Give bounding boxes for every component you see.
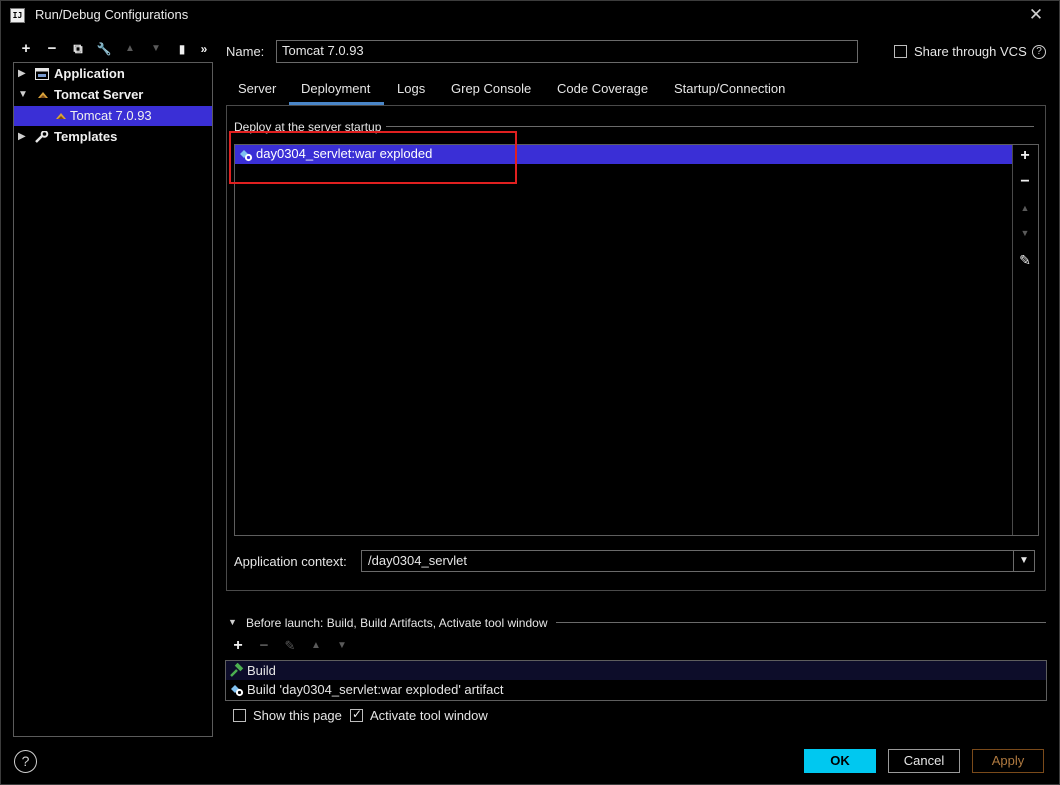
app-context-value: /day0304_servlet [368, 553, 468, 568]
new-folder-icon[interactable]: ▮ [173, 40, 191, 58]
tab-logs[interactable]: Logs [397, 80, 425, 104]
section-divider [556, 622, 1046, 623]
list-item-label: Build 'day0304_servlet:war exploded' art… [247, 682, 504, 697]
build-hammer-icon [230, 663, 244, 677]
name-input[interactable]: Tomcat 7.0.93 [276, 40, 858, 63]
app-context-combobox[interactable]: /day0304_servlet ▼ [361, 550, 1035, 572]
activate-tool-window-label: Activate tool window [370, 708, 488, 723]
name-label: Name: [226, 44, 265, 59]
activate-tool-window-checkbox[interactable] [350, 707, 363, 722]
application-icon [35, 68, 49, 80]
tomcat-icon [38, 92, 48, 98]
move-down-icon[interactable]: ▼ [333, 637, 351, 655]
apply-button[interactable]: Apply [972, 749, 1044, 773]
section-divider [386, 126, 1034, 127]
configurations-tree[interactable]: ▶ Application ▼ Tomcat Server Tomcat 7.0… [13, 62, 213, 737]
tree-item-templates[interactable]: ▶ Templates [14, 127, 212, 147]
collapse-toggle-icon[interactable]: ▼ [228, 617, 237, 627]
tree-item-tomcat-7-0-93[interactable]: Tomcat 7.0.93 [14, 106, 212, 126]
help-icon[interactable]: ? [1032, 45, 1046, 59]
tree-item-label: Application [54, 66, 125, 81]
collapse-arrow-icon[interactable]: ▼ [18, 85, 28, 105]
edit-pencil-icon[interactable]: ✎ [1015, 250, 1035, 270]
move-up-icon[interactable]: ▲ [121, 40, 139, 58]
copy-configuration-icon[interactable]: ⧉ [69, 40, 87, 58]
window-title: Run/Debug Configurations [35, 7, 189, 22]
share-vcs-label: Share through VCS [914, 44, 1027, 59]
tab-server[interactable]: Server [238, 80, 276, 104]
tree-item-label: Templates [54, 129, 118, 144]
add-configuration-icon[interactable]: + [17, 40, 35, 58]
list-toolbar-separator [1012, 145, 1013, 535]
tab-startup-connection[interactable]: Startup/Connection [674, 80, 785, 104]
artifacts-list[interactable] [234, 144, 1039, 536]
cancel-button[interactable]: Cancel [888, 749, 960, 773]
before-launch-title: Before launch: Build, Build Artifacts, A… [246, 616, 548, 630]
expand-arrow-icon[interactable]: ▶ [18, 127, 26, 147]
expand-arrow-icon[interactable]: ▶ [18, 64, 26, 84]
artifact-icon [231, 685, 244, 697]
move-down-icon[interactable]: ▼ [147, 40, 165, 58]
list-item-label: Build [247, 663, 276, 678]
annotation-highlight-box [229, 131, 517, 184]
before-launch-list[interactable]: Build Build 'day0304_servlet:war explode… [225, 660, 1047, 701]
tab-grep-console[interactable]: Grep Console [451, 80, 531, 104]
more-chevron-icon[interactable]: » [197, 40, 211, 58]
ok-button[interactable]: OK [804, 749, 876, 773]
add-artifact-icon[interactable]: + [1015, 146, 1035, 166]
add-task-icon[interactable]: + [229, 637, 247, 655]
tree-item-application[interactable]: ▶ Application [14, 64, 212, 84]
share-vcs-checkbox[interactable] [894, 45, 907, 58]
list-item[interactable]: Build [226, 661, 1046, 680]
remove-configuration-icon[interactable]: − [43, 40, 61, 58]
move-up-icon[interactable]: ▲ [307, 637, 325, 655]
list-item[interactable]: Build 'day0304_servlet:war exploded' art… [226, 680, 1046, 699]
close-icon[interactable]: ✕ [1028, 6, 1044, 24]
wrench-icon [35, 131, 49, 143]
tree-item-tomcat-server[interactable]: ▼ Tomcat Server [14, 85, 212, 105]
intellij-logo-icon: IJ [10, 8, 25, 23]
tree-item-label: Tomcat 7.0.93 [70, 108, 152, 123]
move-down-icon[interactable]: ▼ [1015, 223, 1035, 243]
edit-task-icon[interactable]: ✎ [281, 637, 299, 655]
tab-code-coverage[interactable]: Code Coverage [557, 80, 648, 104]
remove-task-icon[interactable]: − [255, 637, 273, 655]
tree-item-label: Tomcat Server [54, 87, 144, 102]
tomcat-icon [56, 113, 66, 119]
remove-artifact-icon[interactable]: − [1015, 172, 1035, 192]
move-up-icon[interactable]: ▲ [1015, 198, 1035, 218]
show-page-checkbox[interactable] [233, 709, 246, 722]
show-page-label: Show this page [253, 708, 342, 723]
help-icon[interactable]: ? [14, 750, 37, 773]
tab-deployment[interactable]: Deployment [301, 80, 370, 104]
app-context-label: Application context: [234, 554, 347, 569]
chevron-down-icon[interactable]: ▼ [1013, 551, 1034, 571]
edit-defaults-wrench-icon[interactable]: 🔧 [95, 40, 113, 58]
